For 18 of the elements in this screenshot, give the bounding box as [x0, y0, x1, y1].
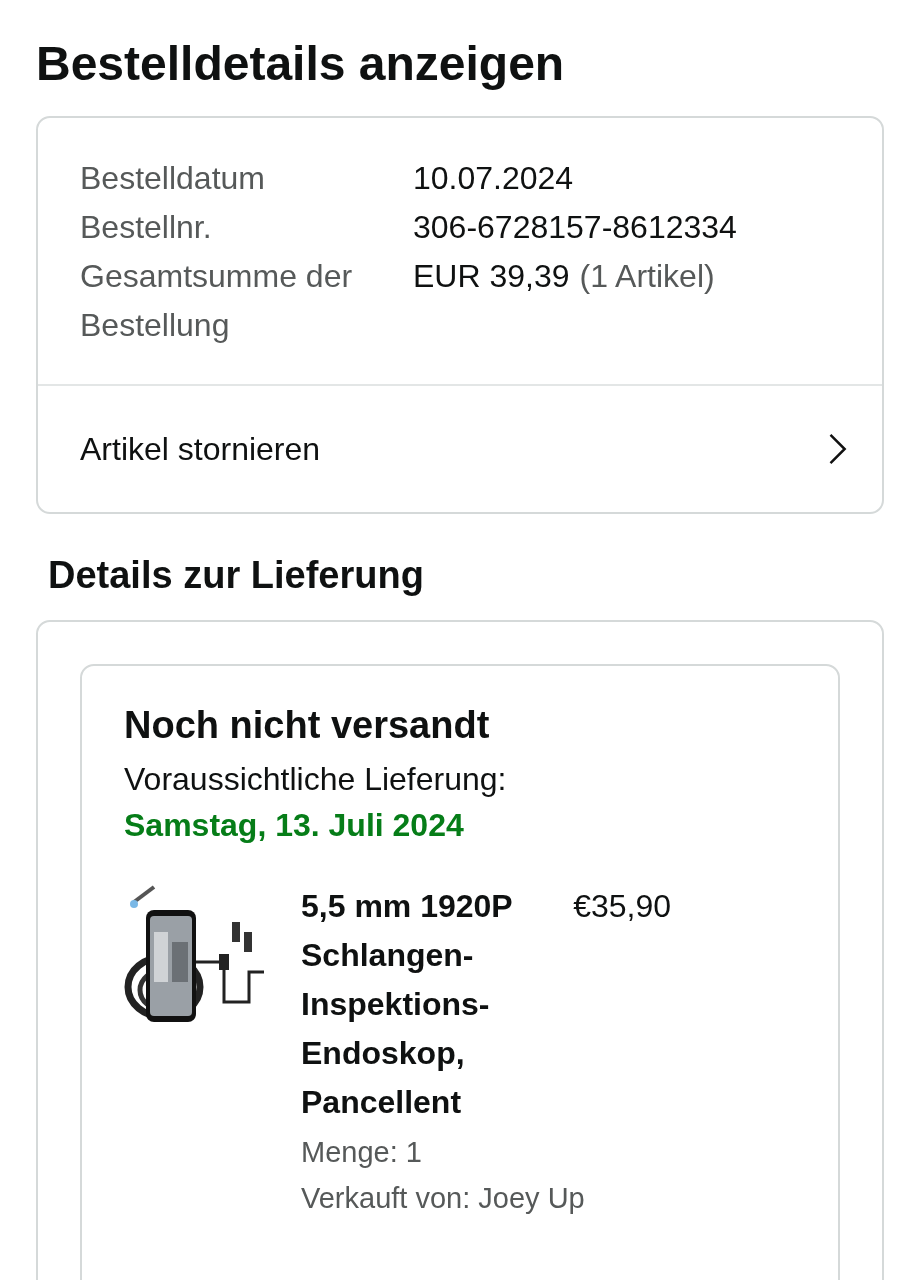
page-title: Bestelldetails anzeigen: [35, 36, 566, 92]
field-value: 10.07.2024: [413, 159, 574, 198]
cancel-items-row[interactable]: Artikel stornieren: [38, 386, 882, 512]
field-value: 306-6728157-8612334: [413, 208, 737, 247]
chevron-right-icon: [828, 431, 848, 467]
field-label: Bestelldatum: [80, 159, 266, 198]
delivery-date: Samstag, 13. Juli 2024: [124, 806, 465, 845]
delivery-estimate-label: Voraussichtliche Lieferung:: [124, 760, 508, 799]
field-label: Gesamtsumme der Bestellung: [80, 257, 354, 345]
section-heading: Details zur Lieferung: [47, 553, 425, 598]
seller-text: Verkauft von: Joey Up: [301, 1181, 586, 1216]
quantity-text: Menge: 1: [301, 1135, 423, 1170]
field-value: EUR 39,39: [413, 257, 570, 296]
shipment-status: Noch nicht versandt: [124, 703, 491, 748]
product-price: €35,90: [573, 887, 671, 926]
product-title[interactable]: 5,5 mm 1920P Schlangen-Inspektions-Endoskop, Pancellent: [301, 882, 541, 1127]
item-count: (1 Artikel): [579, 257, 715, 296]
field-label: Bestellnr.: [80, 208, 213, 247]
